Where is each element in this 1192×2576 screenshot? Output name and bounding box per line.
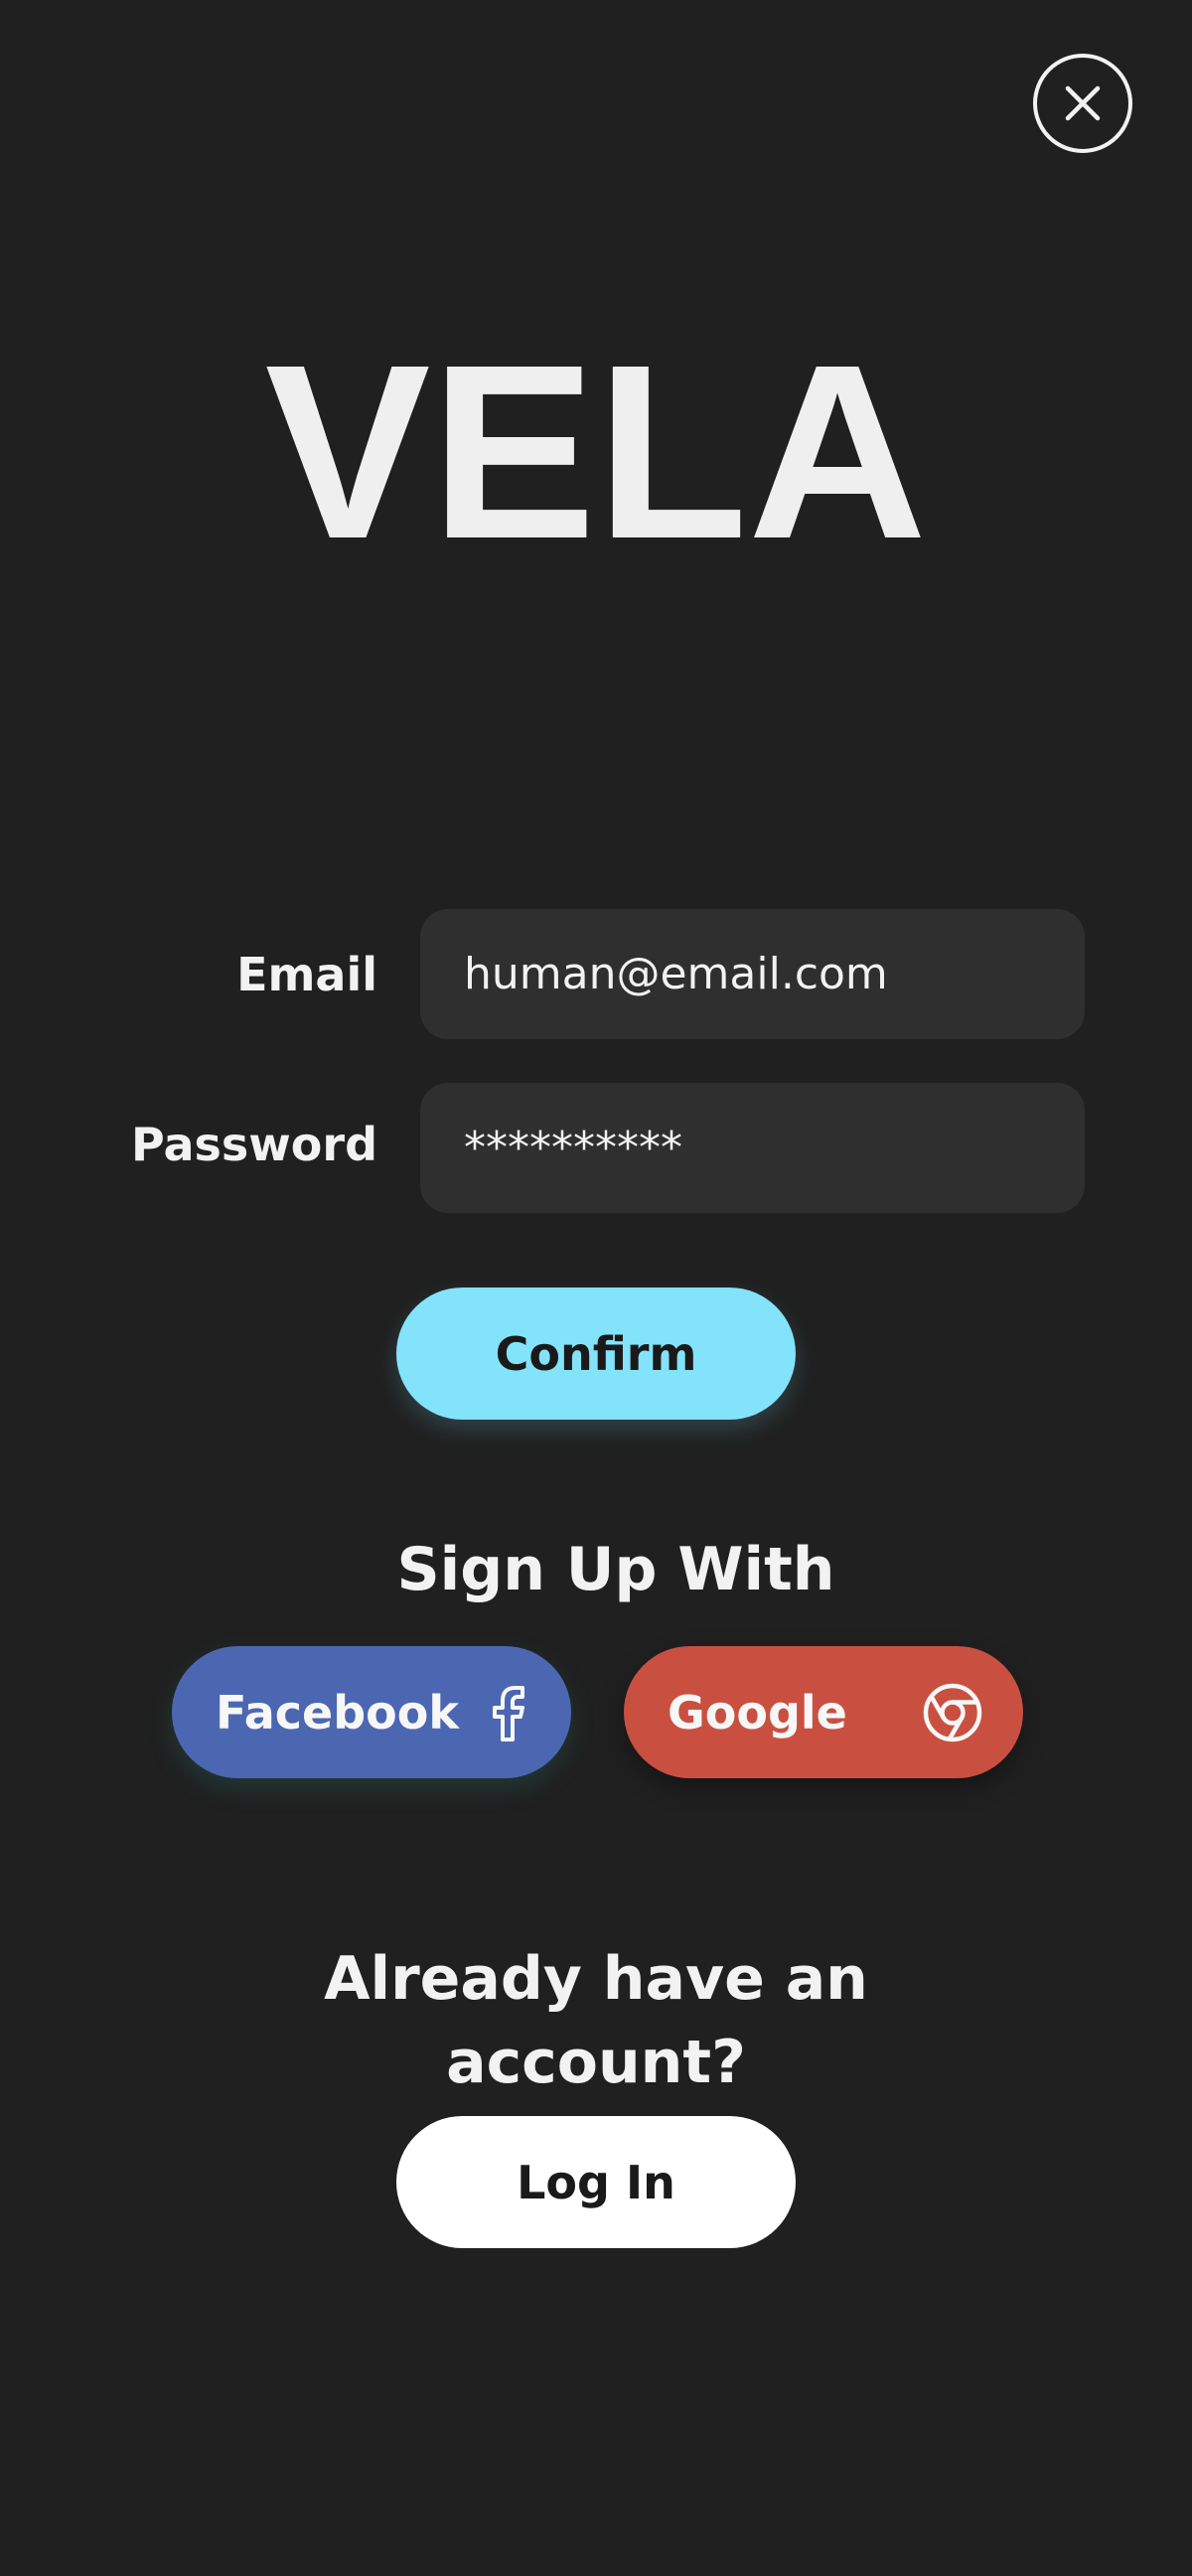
login-prompt: Already have an account?: [0, 1937, 1192, 2104]
google-button-label: Google: [668, 1685, 847, 1740]
login-prompt-line1: Already have an: [324, 1944, 868, 2014]
password-value: **********: [464, 1123, 682, 1173]
login-prompt-line2: account?: [446, 2028, 746, 2097]
login-button-label: Log In: [517, 2155, 675, 2209]
signup-title: Sign Up With: [396, 1535, 835, 1604]
close-button[interactable]: [1033, 54, 1132, 153]
close-icon: [1061, 81, 1105, 125]
password-label: Password: [131, 1118, 377, 1171]
confirm-button[interactable]: Confirm: [396, 1288, 796, 1420]
password-field[interactable]: **********: [420, 1083, 1085, 1213]
google-signup-button[interactable]: Google: [624, 1646, 1023, 1778]
email-value: human@email.com: [464, 949, 888, 999]
confirm-button-label: Confirm: [495, 1326, 697, 1381]
facebook-icon: [490, 1683, 533, 1743]
email-field[interactable]: human@email.com: [420, 909, 1085, 1039]
app-logo: VELA: [264, 313, 928, 590]
chrome-icon: [922, 1682, 983, 1743]
email-label: Email: [236, 948, 377, 1001]
facebook-button-label: Facebook: [216, 1685, 459, 1740]
facebook-signup-button[interactable]: Facebook: [172, 1646, 571, 1778]
login-button[interactable]: Log In: [396, 2116, 796, 2248]
